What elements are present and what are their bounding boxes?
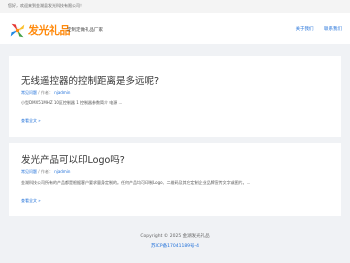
site-tagline: 定制定做礼品厂家 (67, 28, 103, 33)
icp-link[interactable]: 苏ICP备17041189号-4 (0, 243, 350, 249)
post-category[interactable]: 常见问题 (21, 169, 37, 174)
post-category[interactable]: 常见问题 (21, 90, 37, 95)
top-bar: 您好，欢迎来到金湖县发光科技有限公司！ (0, 0, 350, 13)
copyright-text: Copyright © 2025 金湖发光礼品 (140, 234, 210, 239)
author-label: 作者： (40, 90, 53, 95)
site-footer: Copyright © 2025 金湖发光礼品 苏ICP备17041189号-4 (0, 233, 350, 249)
post-meta: 常见问题 / 作者： njadmin (21, 169, 71, 174)
logo-icon[interactable] (9, 22, 26, 39)
logo-text[interactable]: 发光礼品 (28, 22, 71, 38)
post-meta: 常见问题 / 作者： njadmin (21, 90, 71, 95)
post-excerpt: 金湖科技公司所有的产品都是根据客户要求量身定制的。任何产品均可印制Logo、二维… (21, 180, 251, 185)
read-more-link[interactable]: 查看全文 » (21, 198, 41, 204)
site-header: 发光礼品 定制定做礼品厂家 关于我们 联系我们 (0, 13, 350, 44)
post-card: 无线遥控器的控制距离是多远呢? 常见问题 / 作者： njadmin 小型DMX… (9, 56, 341, 137)
post-author[interactable]: njadmin (54, 169, 70, 174)
nav-contact[interactable]: 联系我们 (324, 27, 342, 32)
welcome-text: 您好，欢迎来到金湖县发光科技有限公司！ (8, 3, 84, 8)
author-label: 作者： (40, 169, 53, 174)
post-excerpt: 小型DMX51MHZ 10区控制器 1 控制器参数简介 电源 ... (21, 100, 123, 105)
nav-about[interactable]: 关于我们 (296, 27, 314, 32)
main-nav: 关于我们 联系我们 (287, 26, 342, 32)
post-title[interactable]: 无线遥控器的控制距离是多远呢? (21, 73, 159, 87)
read-more-link[interactable]: 查看全文 » (21, 118, 41, 124)
post-author[interactable]: njadmin (54, 90, 70, 95)
post-title[interactable]: 发光产品可以印Logo吗? (21, 152, 125, 166)
post-card: 发光产品可以印Logo吗? 常见问题 / 作者： njadmin 金湖科技公司所… (9, 143, 341, 216)
